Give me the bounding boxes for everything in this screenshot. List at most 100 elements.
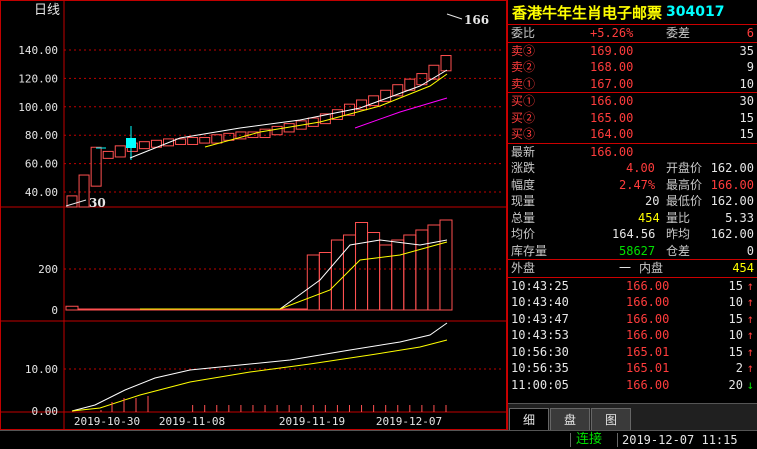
candle <box>102 150 114 159</box>
wei-bi-row: 委比 +5.26% 委差 6 <box>508 25 757 42</box>
inventory-row: 库存量 58627 仓差 0 <box>508 243 757 260</box>
pct-row: 幅度 2.47% 最高价 166.00 <box>508 177 757 194</box>
avg-label: 均价 <box>511 227 536 241</box>
ask-row-2-label: 卖② <box>511 60 536 74</box>
ask-row-3-volume: 10 <box>739 76 754 91</box>
arrow-up-icon: ↑ <box>746 295 754 309</box>
volume-bar <box>391 239 405 311</box>
bid-row-2[interactable]: 买② 165.00 15 <box>508 110 757 127</box>
arrow-up-icon: ↑ <box>746 328 754 342</box>
tick-time: 10:43:53 <box>511 328 569 342</box>
total-vol-row: 总量 454 量比 5.33 <box>508 210 757 227</box>
low-marker-line <box>65 199 87 207</box>
outer-value: 一 <box>619 261 632 275</box>
arrow-up-icon: ↑ <box>746 361 754 375</box>
price-tick-label: 60.00 <box>25 158 58 171</box>
tab-detail[interactable]: 细 <box>509 408 549 430</box>
outer-inner-row: 外盘 一 内盘 454 <box>508 260 757 277</box>
ask-row-3-price: 167.00 <box>590 76 634 91</box>
total-vol-value: 454 <box>638 210 660 225</box>
tick-time: 10:43:40 <box>511 295 569 309</box>
pct-label: 幅度 <box>511 177 536 192</box>
tick-price: 166.00 <box>626 377 670 392</box>
tick-price: 165.01 <box>626 361 670 375</box>
volume-bar <box>318 252 332 311</box>
candle <box>138 141 150 150</box>
volume-bar <box>330 239 344 311</box>
ask-row-2-volume: 9 <box>746 60 754 74</box>
volume-bar <box>355 222 369 311</box>
wei-bi-label: 委比 <box>511 26 536 40</box>
latest-value: 166.00 <box>590 144 634 159</box>
candle <box>211 134 223 144</box>
ask-row-1[interactable]: 卖③ 169.00 35 <box>508 43 757 60</box>
price-tick-label: 120.00 <box>18 72 58 85</box>
tick-volume: 10 <box>728 328 743 342</box>
tick-time: 10:56:30 <box>511 344 569 359</box>
stock-name: 香港牛年生肖电子邮票 <box>512 3 663 22</box>
low-marker: 30 <box>89 196 106 210</box>
candle <box>175 138 187 145</box>
stock-title-bar: 香港牛年生肖电子邮票 304017 <box>508 0 757 25</box>
date-label: 2019-11-08 <box>159 415 225 428</box>
candle <box>440 55 452 72</box>
ask-row-1-label: 卖③ <box>511 43 536 58</box>
candle <box>90 146 102 187</box>
volume-ma-white <box>140 239 448 310</box>
indicator-tick-label: 0.00 <box>32 405 59 418</box>
tick-row: 10:56:35 165.01 2 ↑ <box>508 360 757 377</box>
ask-row-2-price: 168.00 <box>590 60 634 74</box>
tick-volume: 10 <box>728 295 743 309</box>
bid-row-3[interactable]: 买③ 164.00 15 <box>508 126 757 143</box>
bid-row-1[interactable]: 买① 166.00 30 <box>508 93 757 110</box>
status-datetime: 2019-12-07 11:15 <box>622 433 738 447</box>
volume-tick-label: 0 <box>51 304 58 317</box>
ma-line-yellow <box>204 73 448 148</box>
inner-value: 454 <box>732 261 754 275</box>
bid-row-3-label: 买③ <box>511 127 536 141</box>
candle <box>78 174 90 208</box>
avg-row: 均价 164.56 昨均 162.00 <box>508 226 757 243</box>
total-vol-label: 总量 <box>511 210 536 225</box>
bid-list: 买① 166.00 30 买② 165.00 15 买③ 164.00 15 <box>508 93 757 143</box>
tick-price: 166.00 <box>626 311 670 326</box>
high-marker: 166 <box>464 13 489 27</box>
date-label: 2019-12-07 <box>376 415 442 428</box>
tick-time: 10:56:35 <box>511 361 569 375</box>
vol-ratio-label: 量比 <box>666 210 691 225</box>
price-tick-label: 80.00 <box>25 129 58 142</box>
panel-tabs: 细 盘 图 <box>508 403 757 430</box>
bid-row-2-volume: 15 <box>739 110 754 125</box>
low-value: 162.00 <box>710 194 754 208</box>
candle <box>114 145 126 158</box>
tick-row: 10:43:25 166.00 15 ↑ <box>508 278 757 295</box>
tab-chart[interactable]: 图 <box>591 408 631 430</box>
indicator-tick-label: 10.00 <box>25 363 58 376</box>
price-tick-label: 100.00 <box>18 101 58 114</box>
arrow-up-icon: ↑ <box>746 278 754 293</box>
tick-time: 10:43:25 <box>511 278 569 293</box>
avg-value: 164.56 <box>612 227 656 241</box>
ask-row-1-volume: 35 <box>739 43 754 58</box>
high-marker-line <box>446 13 463 20</box>
inner-label: 内盘 <box>639 261 664 275</box>
period-label: 日线 <box>34 3 60 18</box>
tick-volume: 15 <box>728 344 743 359</box>
bid-row-1-price: 166.00 <box>590 94 634 108</box>
high-label: 最高价 <box>666 177 703 192</box>
ask-row-3[interactable]: 卖① 167.00 10 <box>508 76 757 93</box>
tick-price: 166.00 <box>626 295 670 309</box>
volume-bar <box>415 229 429 311</box>
tab-book[interactable]: 盘 <box>550 408 590 430</box>
bid-row-3-price: 164.00 <box>590 127 634 141</box>
kline-chart[interactable]: 日线 140.00 120.00 100.00 80.00 60.00 40.00 166 30… <box>0 0 507 430</box>
bid-row-1-volume: 30 <box>739 94 754 108</box>
bid-row-1-label: 买① <box>511 94 536 108</box>
ask-row-2[interactable]: 卖② 168.00 9 <box>508 59 757 76</box>
tick-list[interactable]: 10:43:25 166.00 15 ↑ 10:43:40 166.00 10 ↑… <box>508 278 757 394</box>
inventory-label: 库存量 <box>511 243 548 258</box>
tick-row: 10:43:47 166.00 15 ↑ <box>508 311 757 328</box>
cur-vol-label: 现量 <box>511 194 536 208</box>
date-label: 2019-10-30 <box>74 415 140 428</box>
volume-bar <box>427 224 441 311</box>
